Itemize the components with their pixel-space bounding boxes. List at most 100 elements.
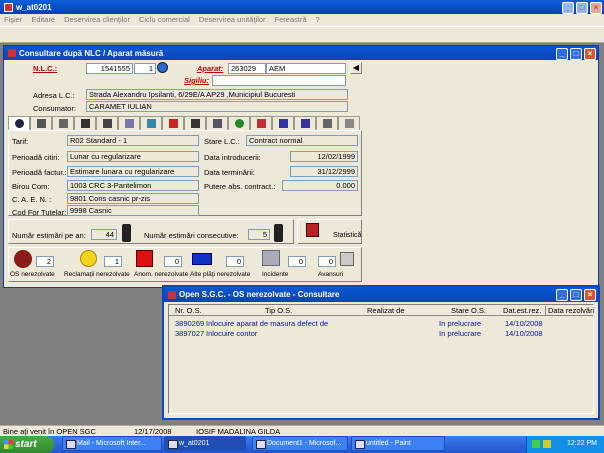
os-dialog: Open S.G.C. - OS nerezolvate - Consultar…: [162, 285, 600, 420]
start-button[interactable]: start: [0, 436, 54, 453]
adresa-input[interactable]: Strada Alexandru Ipsilanti, 6/29E/A AP29…: [86, 89, 348, 100]
arrow-left-icon[interactable]: ◀: [350, 62, 362, 74]
os-dialog-title: Open S.G.C. - OS nerezolvate - Consultar…: [179, 290, 340, 299]
adresa-label: Adresa L.C.:: [33, 91, 75, 100]
incidente-icon[interactable]: [262, 250, 280, 266]
col-stare-os[interactable]: Stare O.S.: [451, 306, 486, 315]
edit-icon: [322, 119, 332, 128]
list-icon: [102, 119, 112, 128]
menu-item-fisier[interactable]: Fişier: [4, 14, 22, 26]
table-row[interactable]: 3890269 Inlocuire aparat de masura defec…: [169, 319, 593, 329]
nlc-input[interactable]: 1541555: [86, 63, 133, 74]
os-dialog-close-icon[interactable]: ×: [584, 289, 596, 301]
os-dialog-minimize-icon[interactable]: _: [556, 289, 568, 301]
putere-label: Putere abs. contract.:: [204, 182, 276, 191]
tray-network-icon[interactable]: [532, 440, 540, 448]
consumator-label: Consumator:: [33, 104, 76, 113]
birou-value: 1003 CRC 3-Pantelimon: [67, 180, 199, 191]
search-nlc-icon[interactable]: [157, 62, 168, 73]
tab-3[interactable]: [52, 116, 74, 130]
tab-13[interactable]: [272, 116, 294, 130]
tab-5[interactable]: [96, 116, 118, 130]
aparat-input[interactable]: 263029: [228, 63, 266, 74]
tray-volume-icon[interactable]: [543, 440, 551, 448]
menu-item-deservirea-clientilor[interactable]: Deservirea clienţilor: [64, 14, 130, 26]
close-icon[interactable]: ×: [590, 2, 602, 14]
col-tip-os[interactable]: Tip O.S.: [265, 306, 292, 315]
tab-15[interactable]: [316, 116, 338, 130]
col-data-rezolvari[interactable]: Data rezolvări: [545, 306, 594, 315]
cod-tutelar-value: 9998 Casnic: [67, 205, 199, 216]
tab-14[interactable]: [294, 116, 316, 130]
status-message: Bine aţi venit în OPEN SGC: [3, 427, 96, 436]
statistica-button[interactable]: Statistică: [297, 219, 362, 244]
statistica-icon: [306, 223, 319, 237]
maximize-icon[interactable]: □: [576, 2, 588, 14]
tab-2[interactable]: [30, 116, 52, 130]
form-minimize-icon[interactable]: _: [556, 48, 568, 60]
perioada-fact-value: Estimare lunara cu regularizare: [67, 166, 199, 177]
aparat-type-input[interactable]: AEM: [266, 63, 346, 74]
tarif-value: R02 Standard - 1: [67, 135, 199, 146]
menu-item-deservirea-unitatilor[interactable]: Deservirea unităţilor: [199, 14, 266, 26]
tab-4[interactable]: [74, 116, 96, 130]
menu-item-fereastra[interactable]: Fereastră: [275, 14, 307, 26]
data-term-label: Data terminării:: [204, 168, 255, 177]
birou-label: Birou Com:: [12, 182, 50, 191]
alte-plati-label: Alte plăţi nerezolvate: [190, 271, 251, 278]
meter-icon: [80, 119, 90, 128]
tab-12[interactable]: [250, 116, 272, 130]
tab-7[interactable]: [140, 116, 162, 130]
minimize-icon[interactable]: _: [562, 2, 574, 14]
taskbar-item-document1[interactable]: Document1 - Microsof...: [252, 436, 348, 451]
reclamatii-icon[interactable]: [80, 250, 97, 267]
os-dialog-icon: [168, 290, 176, 299]
avansuri-icon[interactable]: [340, 252, 354, 266]
form-close-icon[interactable]: ×: [584, 48, 596, 60]
tab-16[interactable]: [338, 116, 360, 130]
os-dialog-maximize-icon[interactable]: □: [570, 289, 582, 301]
menu-item-ciclu-comercial[interactable]: Ciclu comercial: [139, 14, 190, 26]
tab-10[interactable]: [206, 116, 228, 130]
tab-9[interactable]: [184, 116, 206, 130]
os-nerezolvate-icon[interactable]: [14, 250, 32, 268]
row-stare: In prelucrare: [439, 329, 482, 338]
perioada-citiri-label: Perioadă citiri:: [12, 153, 60, 162]
people-icon: [190, 119, 200, 128]
taskbar-item-mail[interactable]: Mail - Microsoft Inter...: [62, 436, 162, 451]
status-date: 12/17/2008: [134, 427, 172, 436]
perioada-citiri-value: Lunar cu regularizare: [67, 151, 199, 162]
start-label: start: [15, 439, 37, 450]
data-intro-label: Data introducerii:: [204, 153, 261, 162]
col-dat-est-rez[interactable]: Dat.est.rez.: [503, 306, 541, 315]
toolbar: [0, 26, 604, 67]
tab-6[interactable]: [118, 116, 140, 130]
grid-icon: [58, 119, 68, 128]
tarif-label: Tarif:: [12, 137, 29, 146]
nlc-seq-input[interactable]: 1: [134, 63, 156, 74]
money-icon: [234, 119, 244, 128]
windows-logo-icon: [4, 440, 13, 449]
consumator-input[interactable]: CARAMET IULIAN: [86, 101, 348, 112]
table-row[interactable]: 3897027 Inlocuire contor In prelucrare 1…: [169, 329, 593, 339]
caen-value: 9801 Cons casnic pr-zis: [67, 193, 199, 204]
form-maximize-icon[interactable]: □: [570, 48, 582, 60]
alte-plati-icon[interactable]: [192, 253, 212, 265]
form-title: Consultare după NLC / Aparat măsură: [19, 48, 164, 58]
os-dialog-title-bar: Open S.G.C. - OS nerezolvate - Consultar…: [164, 287, 598, 302]
taskbar-item-paint[interactable]: untitled - Paint: [351, 436, 445, 451]
putere-value: 0.000: [282, 180, 358, 191]
row-nr: 3897027: [175, 329, 205, 338]
col-realizat-de[interactable]: Realizat de: [367, 306, 405, 315]
menu-item-help[interactable]: ?: [316, 14, 320, 26]
sigiliu-input[interactable]: [212, 75, 346, 86]
app-title: w_at0201: [16, 2, 52, 12]
tab-11[interactable]: [228, 116, 250, 130]
tab-1[interactable]: [8, 116, 30, 130]
tab-8[interactable]: [162, 116, 184, 130]
cod-tutelar-label: Cod For Tutelar:: [12, 208, 67, 217]
taskbar-item-w-at0201[interactable]: w_at0201: [164, 436, 246, 451]
anomalii-icon[interactable]: [136, 250, 153, 267]
menu-item-editare[interactable]: Editare: [31, 14, 55, 26]
col-nr-os[interactable]: Nr. O.S.: [175, 306, 202, 315]
